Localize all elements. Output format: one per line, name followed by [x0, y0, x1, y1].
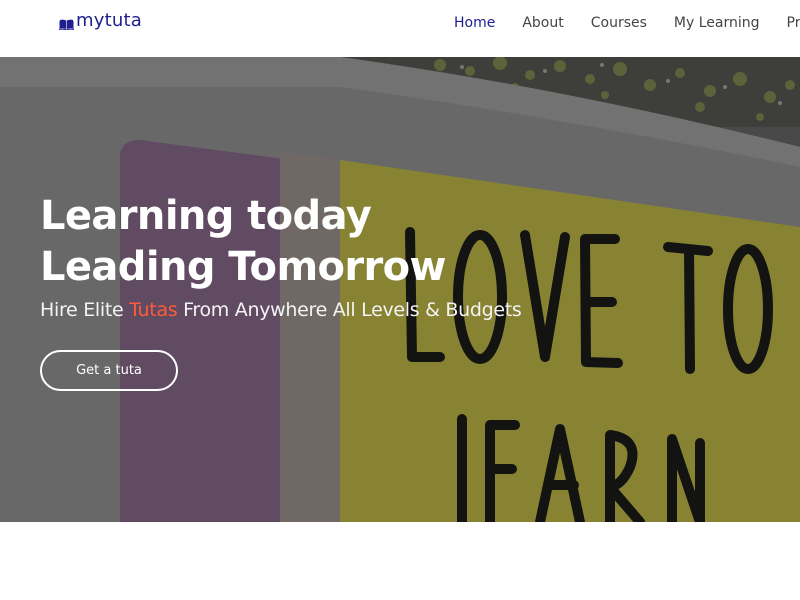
main-nav: Home About Courses My Learning Pri	[454, 14, 800, 32]
nav-my-learning[interactable]: My Learning	[674, 14, 760, 32]
logo-text: mytuta	[76, 10, 142, 31]
nav-courses[interactable]: Courses	[591, 14, 647, 32]
hero-title: Learning today Leading Tomorrow	[40, 191, 560, 293]
hero-title-line-2: Leading Tomorrow	[40, 244, 446, 290]
hero-title-line-1: Learning today	[40, 193, 372, 239]
hero-subtitle-start: Hire Elite	[40, 299, 130, 321]
hero-section: Learning today Leading Tomorrow Hire Eli…	[0, 57, 800, 522]
get-a-tuta-button[interactable]: Get a tuta	[40, 350, 178, 391]
hero-subtitle: Hire Elite Tutas From Anywhere All Level…	[40, 297, 640, 323]
nav-pricing[interactable]: Pri	[787, 14, 800, 32]
nav-home[interactable]: Home	[454, 14, 495, 32]
hero-subtitle-end: From Anywhere All Levels & Budgets	[177, 299, 522, 321]
nav-about[interactable]: About	[522, 14, 563, 32]
open-book-icon	[58, 15, 75, 31]
site-header: mytuta Home About Courses My Learning Pr…	[0, 0, 800, 57]
logo[interactable]: mytuta	[58, 10, 142, 32]
hero-subtitle-accent: Tutas	[129, 299, 178, 321]
